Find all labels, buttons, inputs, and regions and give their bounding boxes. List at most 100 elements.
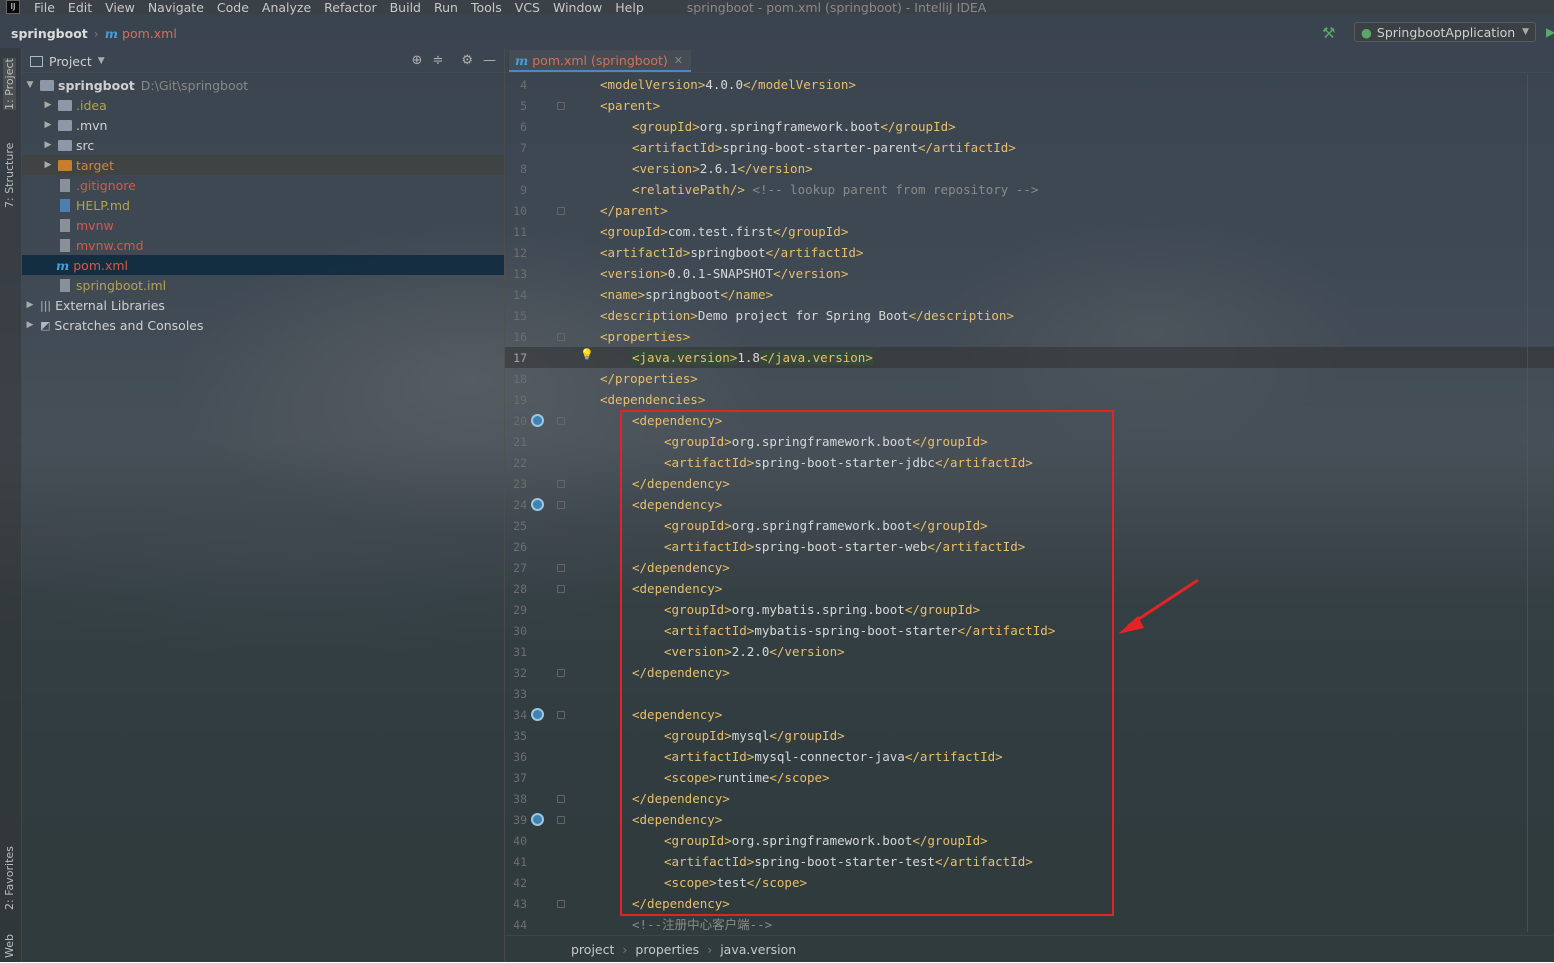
menu-code[interactable]: Code <box>217 0 249 15</box>
fold-marker-icon[interactable] <box>557 207 565 215</box>
locate-icon[interactable]: ⊕ <box>412 53 423 68</box>
tab-pom-xml[interactable]: m pom.xml (springboot) ✕ <box>509 50 692 72</box>
tree-item-label: External Libraries <box>55 297 165 313</box>
tree-item-help-md[interactable]: HELP.md <box>22 195 504 215</box>
menu-run[interactable]: Run <box>434 0 458 15</box>
breadcrumb-project[interactable]: springboot <box>11 26 88 41</box>
menu-window[interactable]: Window <box>553 0 602 15</box>
menu-view[interactable]: View <box>105 0 135 15</box>
tree-external-libraries[interactable]: ▶ ||| External Libraries <box>22 295 504 315</box>
fold-marker-icon[interactable] <box>557 417 565 425</box>
project-view-selector[interactable]: Project <box>49 54 92 69</box>
project-panel-header: Project ▼ ⊕ ≑ ⚙ — <box>22 50 504 73</box>
fold-marker-icon[interactable] <box>557 900 565 908</box>
breadcrumb-file[interactable]: pom.xml <box>122 26 177 41</box>
fold-marker-icon[interactable] <box>557 333 565 341</box>
line-number: 38 <box>513 792 527 806</box>
collapse-all-icon[interactable]: ≑ <box>432 53 443 68</box>
line-number: 35 <box>513 729 527 743</box>
tree-item-gitignore[interactable]: .gitignore <box>22 175 504 195</box>
gear-icon[interactable]: ⚙ <box>461 53 473 68</box>
tree-item-springboot-iml[interactable]: springboot.iml <box>22 275 504 295</box>
tree-item-mvn[interactable]: ▶ .mvn <box>22 115 504 135</box>
run-configuration-select[interactable]: ● SpringbootApplication ▼ <box>1354 22 1536 42</box>
code-line: <dependencies> <box>600 392 706 407</box>
tree-scratches[interactable]: ▶ ◩ Scratches and Consoles <box>22 315 504 335</box>
line-number: 7 <box>520 141 527 155</box>
line-number: 36 <box>513 750 527 764</box>
tree-item-src[interactable]: ▶ src <box>22 135 504 155</box>
code-line: <groupId>com.test.first</groupId> <box>600 224 849 239</box>
tool-window-favorites[interactable]: 2: Favorites <box>3 846 16 910</box>
intention-bulb-icon[interactable]: 💡 <box>580 348 594 361</box>
close-icon[interactable]: ✕ <box>674 54 683 67</box>
menu-analyze[interactable]: Analyze <box>262 0 311 15</box>
breadcrumb-separator: › <box>707 942 713 957</box>
menu-file[interactable]: File <box>34 0 55 15</box>
breadcrumb-properties-tag[interactable]: properties <box>635 942 699 957</box>
maven-file-icon: m <box>56 257 70 273</box>
tree-item-mvnw-cmd[interactable]: mvnw.cmd <box>22 235 504 255</box>
annotation-highlight-box <box>620 410 1114 916</box>
fold-marker-icon[interactable] <box>557 501 565 509</box>
menu-build[interactable]: Build <box>390 0 421 15</box>
breadcrumb-java-version-tag[interactable]: java.version <box>720 942 796 957</box>
fold-marker-icon[interactable] <box>557 795 565 803</box>
breadcrumb-project-tag[interactable]: project <box>571 942 614 957</box>
fold-marker-icon[interactable] <box>557 585 565 593</box>
shell-file-icon <box>60 218 70 232</box>
intellij-logo-icon: IJ <box>6 0 20 14</box>
tree-item-label: .idea <box>76 97 107 113</box>
menu-tools[interactable]: Tools <box>471 0 502 15</box>
tree-item-mvnw[interactable]: mvnw <box>22 215 504 235</box>
line-number: 27 <box>513 561 527 575</box>
collapsed-arrow-icon[interactable]: ▶ <box>24 300 36 310</box>
menu-navigate[interactable]: Navigate <box>148 0 204 15</box>
tool-window-structure[interactable]: 7: Structure <box>3 143 16 208</box>
line-number: 17 <box>513 351 527 365</box>
dependency-sync-icon[interactable] <box>531 414 544 427</box>
collapsed-arrow-icon[interactable]: ▶ <box>42 120 54 130</box>
expanded-arrow-icon[interactable]: ▼ <box>24 80 36 90</box>
menu-refactor[interactable]: Refactor <box>324 0 376 15</box>
line-number: 25 <box>513 519 527 533</box>
line-number: 44 <box>513 918 527 932</box>
line-number: 12 <box>513 246 527 260</box>
tree-item-pom-xml[interactable]: m pom.xml <box>22 255 504 275</box>
tree-item-idea[interactable]: ▶ .idea <box>22 95 504 115</box>
build-hammer-icon[interactable]: ⚒ <box>1322 24 1335 42</box>
line-number: 6 <box>520 120 527 134</box>
run-icon[interactable]: ▶ <box>1546 25 1554 39</box>
chevron-down-icon[interactable]: ▼ <box>98 56 105 66</box>
collapsed-arrow-icon[interactable]: ▶ <box>42 140 54 150</box>
minimize-icon[interactable]: — <box>483 53 496 68</box>
menu-help[interactable]: Help <box>615 0 644 15</box>
fold-marker-icon[interactable] <box>557 564 565 572</box>
collapsed-arrow-icon[interactable]: ▶ <box>42 160 54 170</box>
tree-root-name: springboot <box>58 77 135 93</box>
module-folder-icon <box>40 79 54 91</box>
dependency-sync-icon[interactable] <box>531 708 544 721</box>
menu-edit[interactable]: Edit <box>68 0 92 15</box>
tool-window-project[interactable]: 1: Project <box>3 58 16 110</box>
code-line: <artifactId>spring-boot-starter-parent</… <box>632 140 1016 155</box>
fold-marker-icon[interactable] <box>557 102 565 110</box>
tree-root[interactable]: ▼ springboot D:\Git\springboot <box>22 75 504 95</box>
dependency-sync-icon[interactable] <box>531 498 544 511</box>
collapsed-arrow-icon[interactable]: ▶ <box>42 100 54 110</box>
fold-marker-icon[interactable] <box>557 816 565 824</box>
code-line: <version>2.6.1</version> <box>632 161 813 176</box>
fold-marker-icon[interactable] <box>557 480 565 488</box>
code-line: <!--注册中心客户端--> <box>632 917 773 932</box>
line-number: 29 <box>513 603 527 617</box>
menu-vcs[interactable]: VCS <box>515 0 540 15</box>
tool-window-web[interactable]: Web <box>3 934 16 958</box>
dependency-sync-icon[interactable] <box>531 813 544 826</box>
line-number: 28 <box>513 582 527 596</box>
tree-item-target[interactable]: ▶ target <box>22 155 504 175</box>
fold-marker-icon[interactable] <box>557 669 565 677</box>
fold-marker-icon[interactable] <box>557 711 565 719</box>
tree-item-label: src <box>76 137 95 153</box>
run-configuration-label: SpringbootApplication <box>1376 24 1516 40</box>
collapsed-arrow-icon[interactable]: ▶ <box>24 320 36 330</box>
